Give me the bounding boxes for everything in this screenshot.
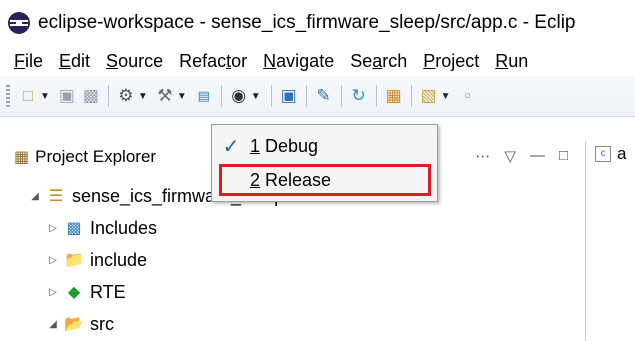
menu-refactor[interactable]: Refactor (171, 51, 255, 72)
toolbar-separator (375, 85, 377, 107)
c-project-icon: ☰ (48, 188, 64, 205)
refresh-icon[interactable]: ↻ (348, 85, 370, 107)
collapsed-arrow-icon[interactable]: ▷ (46, 255, 60, 266)
debug-mnemonic: 1 (250, 135, 261, 156)
c-file-icon: c (595, 146, 611, 162)
tree-node-label: Includes (90, 217, 158, 238)
title-bar: eclipse-workspace - sense_ics_firmware_s… (0, 0, 635, 46)
debug-icon[interactable]: ◉ (228, 85, 250, 107)
tree-node-label: RTE (90, 281, 126, 302)
minimize-icon[interactable]: — (530, 147, 545, 165)
toolbar-separator (107, 85, 109, 107)
includes-icon: ▩ (66, 220, 82, 237)
editor-tab-app-c[interactable]: c a (595, 144, 626, 164)
toolbar-separator (305, 85, 307, 107)
menu-item-debug[interactable]: ✓ 1 Debug (212, 129, 437, 163)
toolbar-separator (340, 85, 342, 107)
folder-icon: 📂 (64, 316, 84, 333)
new-icon[interactable]: □ (17, 85, 39, 107)
editor-tab-label: a (617, 144, 627, 163)
collapsed-arrow-icon[interactable]: ▷ (46, 223, 60, 234)
menu-project[interactable]: Project (415, 51, 487, 72)
console-icon[interactable]: ▣ (278, 85, 300, 107)
debug-label: Debug (260, 135, 319, 156)
settings-icon[interactable]: ⚙ (115, 85, 137, 107)
tree-node-src[interactable]: ◢ 📂 src (0, 308, 580, 340)
eclipse-logo-icon (8, 12, 30, 34)
window-title: eclipse-workspace - sense_ics_firmware_s… (38, 12, 576, 33)
tree-node-include[interactable]: ▷ 📁 include (0, 244, 580, 276)
tree-node-includes[interactable]: ▷ ▩ Includes (0, 212, 580, 244)
expanded-arrow-icon[interactable]: ◢ (46, 319, 60, 330)
toolbar-separator (270, 85, 272, 107)
menu-bar: File Edit Source Refactor Navigate Searc… (0, 46, 635, 76)
save-all-icon[interactable]: ▩ (80, 85, 102, 107)
menu-source[interactable]: Source (98, 51, 171, 72)
folder-icon: 📁 (64, 252, 84, 269)
view-menu-icon[interactable]: ▽ (504, 147, 516, 165)
new-class-icon[interactable]: ▧ (418, 85, 440, 107)
new-file-icon[interactable]: ▫ (457, 85, 479, 107)
link-icon[interactable]: ⋯ (475, 147, 490, 165)
project-explorer-icon: ▦ (14, 149, 30, 166)
view-divider[interactable] (585, 141, 586, 341)
build-dropdown-arrow-icon[interactable]: ▼ (177, 91, 187, 102)
build-hammer-icon[interactable]: ⚒ (154, 85, 176, 107)
tree-node-label: src (90, 313, 114, 334)
package-icon[interactable]: ▦ (383, 85, 405, 107)
new-dropdown-arrow-icon[interactable]: ▼ (40, 91, 50, 102)
tree-node-label: include (90, 249, 148, 270)
pencil-icon[interactable]: ✎ (313, 85, 335, 107)
new-class-dropdown-arrow-icon[interactable]: ▼ (441, 91, 451, 102)
main-toolbar: □ ▼ ▣ ▩ ⚙ ▼ ⚒ ▼ ▤ ◉ ▼ ▣ ✎ ↻ ▦ ▧ ▼ ▫ (0, 76, 635, 117)
save-icon[interactable]: ▣ (56, 85, 78, 107)
project-tree: ◢ ☰ sense_ics_firmware_sleep ▷ ▩ Include… (0, 180, 580, 340)
menu-edit[interactable]: Edit (51, 51, 98, 72)
checkmark-icon: ✓ (222, 135, 240, 158)
debug-dropdown-arrow-icon[interactable]: ▼ (251, 91, 261, 102)
maximize-icon[interactable]: □ (559, 147, 568, 165)
project-explorer-label: Project Explorer (35, 147, 157, 166)
release-highlight-box (219, 164, 431, 196)
toolbar-separator (410, 85, 412, 107)
rte-icon: ◆ (67, 284, 81, 301)
toolbar-separator (220, 85, 222, 107)
expanded-arrow-icon[interactable]: ◢ (28, 191, 42, 202)
collapsed-arrow-icon[interactable]: ▷ (46, 287, 60, 298)
binary-icon[interactable]: ▤ (193, 85, 215, 107)
toolbar-grip[interactable] (6, 85, 10, 107)
menu-search[interactable]: Search (342, 51, 415, 72)
menu-run[interactable]: Run (487, 51, 536, 72)
settings-dropdown-arrow-icon[interactable]: ▼ (138, 91, 148, 102)
view-controls: ⋯ ▽ — □ (475, 147, 568, 165)
menu-file[interactable]: File (0, 51, 51, 72)
tree-node-rte[interactable]: ▷ ◆ RTE (0, 276, 580, 308)
menu-navigate[interactable]: Navigate (255, 51, 342, 72)
